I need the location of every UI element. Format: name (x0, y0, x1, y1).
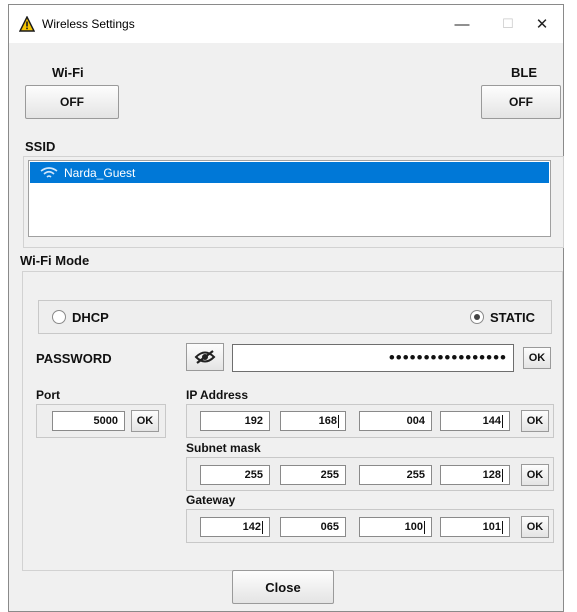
ip-octet-4-input[interactable]: 144 (440, 411, 510, 431)
title-bar[interactable]: Wireless Settings — ☐ ✕ (9, 5, 563, 43)
port-input[interactable]: 5000 (52, 411, 125, 431)
password-input[interactable]: ••••••••••••••••• (232, 344, 514, 372)
gateway-octet-1-input[interactable]: 142 (200, 517, 270, 537)
port-label: Port (36, 388, 60, 402)
ip-octet-3-input[interactable]: 004 (359, 411, 432, 431)
ip-octet-1-input[interactable]: 192 (200, 411, 270, 431)
minimize-button[interactable]: — (439, 5, 485, 43)
password-ok-button[interactable]: OK (523, 347, 551, 369)
gateway-label: Gateway (186, 493, 236, 507)
ble-label: BLE (511, 65, 537, 80)
subnet-octet-2-input[interactable]: 255 (280, 465, 346, 485)
gateway-ok-button[interactable]: OK (521, 516, 549, 538)
dhcp-label: DHCP (72, 310, 109, 325)
ip-address-label: IP Address (186, 388, 249, 402)
eye-slash-icon (194, 350, 216, 364)
subnet-octet-4-input[interactable]: 128 (440, 465, 510, 485)
ssid-label: SSID (25, 139, 56, 154)
ssid-list[interactable]: Narda_Guest (28, 160, 551, 237)
wifi-signal-icon (40, 166, 58, 178)
close-button[interactable]: Close (232, 570, 334, 604)
close-window-button[interactable]: ✕ (519, 5, 565, 43)
window-title: Wireless Settings (42, 17, 135, 31)
ssid-item-label: Narda_Guest (64, 165, 136, 180)
subnet-mask-label: Subnet mask (186, 441, 261, 455)
subnet-octet-3-input[interactable]: 255 (359, 465, 432, 485)
ip-ok-button[interactable]: OK (521, 410, 549, 432)
port-ok-button[interactable]: OK (131, 410, 159, 432)
gateway-octet-2-input[interactable]: 065 (280, 517, 346, 537)
warning-triangle-icon (19, 16, 35, 32)
subnet-octet-1-input[interactable]: 255 (200, 465, 270, 485)
gateway-octet-4-input[interactable]: 101 (440, 517, 510, 537)
ssid-list-item[interactable]: Narda_Guest (30, 162, 549, 183)
ble-toggle-button[interactable]: OFF (481, 85, 561, 119)
dhcp-radio[interactable] (52, 310, 66, 324)
ip-octet-2-input[interactable]: 168 (280, 411, 346, 431)
static-radio[interactable] (470, 310, 484, 324)
wifi-mode-label: Wi-Fi Mode (20, 253, 90, 268)
password-label: PASSWORD (36, 351, 112, 366)
wifi-toggle-button[interactable]: OFF (25, 85, 119, 119)
toggle-password-visibility-button[interactable] (186, 343, 224, 371)
gateway-octet-3-input[interactable]: 100 (359, 517, 432, 537)
subnet-ok-button[interactable]: OK (521, 464, 549, 486)
wifi-label: Wi-Fi (52, 65, 84, 80)
static-label: STATIC (490, 310, 536, 325)
